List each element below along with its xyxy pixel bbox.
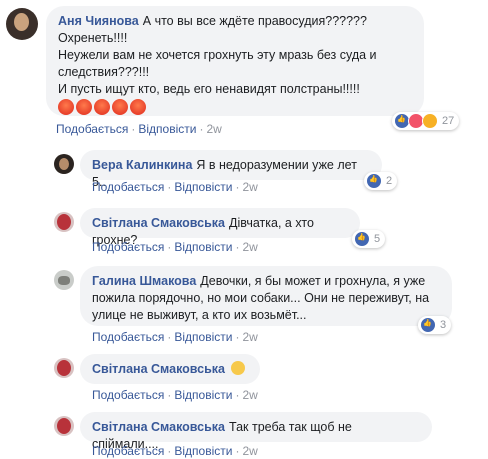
comment-3: Світлана Смаковська Дівчатка, а хто грохн… [0,204,488,256]
like-icon [366,173,382,189]
comment-4: Галина Шмакова Девочки, я бы может и грох… [0,262,488,352]
haha-icon [422,113,438,129]
reply-link[interactable]: Відповісти [174,444,232,458]
timestamp[interactable]: 2w [242,444,257,458]
like-icon [420,317,436,333]
reply-link[interactable]: Відповісти [174,330,232,344]
reaction-count: 2 [386,175,393,187]
comment-6: Світлана Смаковська Так треба так щоб не … [0,406,488,459]
commenter-name[interactable]: Вера Калинкина [92,158,192,172]
timestamp[interactable]: 2w [206,122,221,136]
avatar[interactable] [6,8,38,40]
comment-actions: Подобається · Відповісти · 2w [56,122,222,136]
relieved-emoji-icon [231,361,246,375]
comment-actions: Подобається · Відповісти · 2w [92,388,258,402]
like-link[interactable]: Подобається [56,122,128,136]
emoji-row [58,99,412,117]
avatar[interactable] [54,154,74,174]
comment-actions: Подобається · Відповісти · 2w [92,330,258,344]
reply-link[interactable]: Відповісти [174,240,232,254]
like-link[interactable]: Подобається [92,444,164,458]
avatar[interactable] [54,358,74,378]
reaction-count: 3 [440,319,447,331]
reaction-summary[interactable]: 27 [392,112,460,130]
avatar[interactable] [54,270,74,290]
timestamp[interactable]: 2w [242,330,257,344]
reaction-summary[interactable]: 5 [352,230,386,248]
comment-actions: Подобається · Відповісти · 2w [92,240,258,254]
angry-emoji-icon [76,99,92,115]
commenter-name[interactable]: Світлана Смаковська [92,362,225,376]
comment-bubble: Аня Чиянова А что вы все ждёте правосудия… [46,6,424,116]
comment-bubble: Світлана Смаковська [80,354,260,384]
like-link[interactable]: Подобається [92,240,164,254]
comment-2: Вера Калинкина Я в недоразумении уже лет … [0,146,488,196]
reaction-summary[interactable]: 3 [418,316,452,334]
reaction-count: 5 [374,233,381,245]
avatar[interactable] [54,212,74,232]
angry-emoji-icon [94,99,110,115]
comment-1: Аня Чиянова А что вы все ждёте правосудия… [0,0,488,140]
like-link[interactable]: Подобається [92,180,164,194]
commenter-name[interactable]: Світлана Смаковська [92,216,225,230]
reaction-summary[interactable]: 2 [364,172,398,190]
reply-link[interactable]: Відповісти [174,388,232,402]
commenter-name[interactable]: Галина Шмакова [92,274,196,288]
like-icon [354,231,370,247]
commenter-name[interactable]: Аня Чиянова [58,14,139,28]
comment-bubble: Світлана Смаковська Так треба так щоб не … [80,412,432,451]
timestamp[interactable]: 2w [242,180,257,194]
timestamp[interactable]: 2w [242,388,257,402]
reply-link[interactable]: Відповісти [138,122,196,136]
commenter-name[interactable]: Світлана Смаковська [92,420,225,434]
angry-emoji-icon [58,99,74,115]
comment-actions: Подобається · Відповісти · 2w [92,180,258,194]
comment-actions: Подобається · Відповісти · 2w [92,444,258,458]
reaction-count: 27 [442,115,455,127]
comment-bubble: Вера Калинкина Я в недоразумении уже лет … [80,150,382,189]
reply-link[interactable]: Відповісти [174,180,232,194]
angry-emoji-icon [130,99,146,115]
like-link[interactable]: Подобається [92,388,164,402]
like-link[interactable]: Подобається [92,330,164,344]
comment-bubble: Галина Шмакова Девочки, я бы может и грох… [80,266,452,326]
avatar[interactable] [54,416,74,436]
comment-5: Світлана Смаковська Подобається · Відповіс… [0,350,488,406]
timestamp[interactable]: 2w [242,240,257,254]
angry-emoji-icon [112,99,128,115]
comment-bubble: Світлана Смаковська Дівчатка, а хто грохн… [80,208,360,247]
